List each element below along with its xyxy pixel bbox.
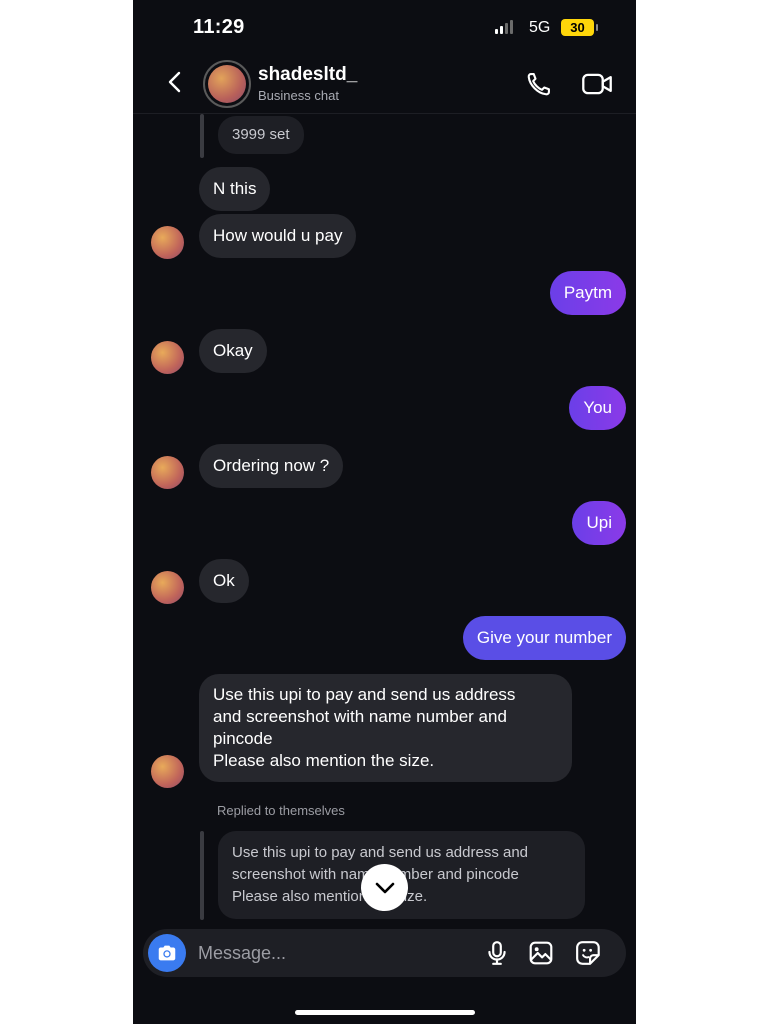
phone-icon[interactable]	[525, 70, 553, 98]
outgoing-message[interactable]: Give your number	[462, 616, 626, 660]
message-line: Use this upi to pay and send us address	[213, 685, 516, 704]
sticker-icon[interactable]	[575, 940, 603, 966]
message-line: pincode	[213, 729, 273, 748]
message-line: Please also mention the size.	[213, 751, 435, 770]
quote-bar	[200, 831, 204, 920]
quote-bar	[200, 114, 204, 158]
scroll-to-bottom-button[interactable]	[361, 864, 408, 911]
sender-avatar	[151, 755, 184, 788]
contact-subtitle: Business chat	[258, 88, 339, 103]
sender-avatar	[151, 571, 184, 604]
incoming-message[interactable]: N this	[199, 167, 271, 211]
incoming-message[interactable]: Ok	[199, 559, 249, 603]
sender-avatar	[151, 226, 184, 259]
sender-avatar	[151, 341, 184, 374]
phone-screen: 11:29 5G 30 shadesltd_ Business chat 399…	[133, 0, 636, 1024]
incoming-message[interactable]: Okay	[199, 329, 267, 373]
message-composer	[143, 929, 626, 977]
quoted-message[interactable]: 3999 set	[218, 116, 304, 154]
microphone-icon[interactable]	[484, 940, 510, 966]
network-type: 5G	[529, 19, 551, 36]
chevron-down-icon	[375, 882, 394, 893]
video-call-icon[interactable]	[581, 70, 613, 98]
incoming-message[interactable]: How would u pay	[199, 214, 357, 258]
camera-icon	[158, 945, 176, 961]
camera-button[interactable]	[148, 934, 186, 972]
battery-icon: 30	[561, 19, 598, 36]
incoming-message[interactable]: Ordering now ?	[199, 444, 344, 488]
signal-icon	[495, 20, 513, 34]
sender-avatar	[151, 456, 184, 489]
profile-avatar[interactable]	[203, 60, 251, 108]
reply-line: Use this upi to pay and send us address …	[232, 844, 529, 861]
back-icon[interactable]	[163, 70, 187, 94]
message-input[interactable]	[198, 941, 468, 965]
status-time: 11:29	[193, 16, 245, 38]
message-line: and screenshot with name number and	[213, 707, 507, 726]
incoming-message-multiline[interactable]: Use this upi to pay and send us address …	[199, 674, 572, 782]
contact-name[interactable]: shadesltd_	[258, 64, 357, 86]
outgoing-message[interactable]: Paytm	[549, 271, 626, 315]
outgoing-message[interactable]: You	[569, 386, 626, 430]
gallery-icon[interactable]	[528, 940, 554, 966]
outgoing-message[interactable]: Upi	[572, 501, 626, 545]
replied-label: Replied to themselves	[217, 803, 345, 818]
chat-header: shadesltd_ Business chat	[133, 52, 636, 114]
home-indicator	[295, 1010, 475, 1015]
